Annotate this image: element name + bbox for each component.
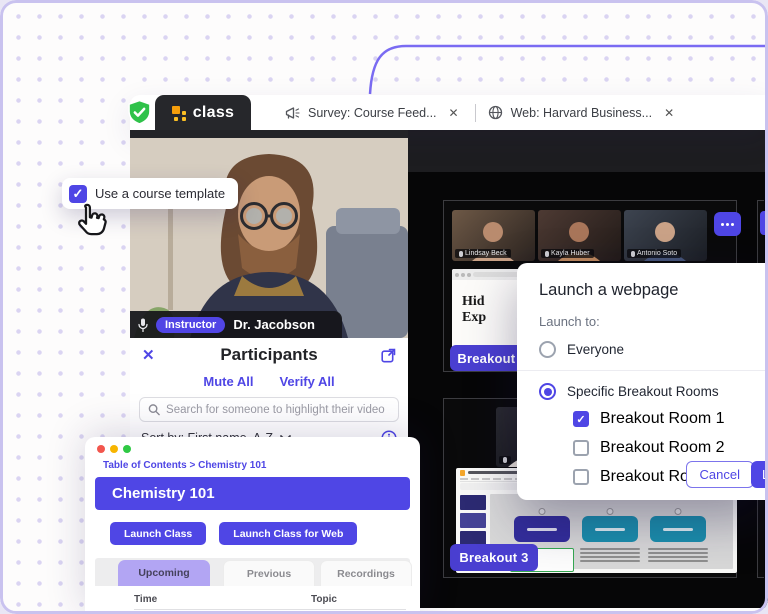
mic-icon [503, 457, 507, 463]
participants-actions: Mute All Verify All [130, 372, 408, 397]
mic-icon [545, 251, 549, 257]
mic-icon [459, 251, 463, 257]
participant-name: Kayla Huber [551, 250, 590, 257]
globe-icon [488, 105, 503, 120]
slide-caption-text [648, 548, 708, 562]
class-tab-label: class [193, 104, 235, 122]
launch-button[interactable]: Launch [751, 461, 768, 488]
radio-icon-selected[interactable] [539, 383, 556, 400]
instructor-name: Dr. Jacobson [233, 317, 315, 332]
course-window: Table of Contents > Chemistry 101 Chemis… [85, 437, 420, 614]
participant-name: Antonio Soto [637, 250, 677, 257]
search-icon [148, 403, 160, 416]
column-header-time: Time [134, 594, 311, 605]
radio-everyone[interactable]: Everyone [539, 341, 768, 358]
video-top-strip [130, 130, 408, 138]
mic-icon [631, 251, 635, 257]
modal-title: Launch a webpage [539, 281, 768, 300]
checkbox-unchecked-icon[interactable] [573, 469, 589, 485]
tab-recordings[interactable]: Recordings [320, 560, 412, 586]
tab-class-app[interactable]: class [155, 95, 251, 130]
verify-all-link[interactable]: Verify All [279, 374, 334, 389]
participant-name-tag [499, 456, 511, 464]
instructor-video-tile: Instructor Dr. Jacobson [130, 130, 408, 338]
tab-survey[interactable]: Survey: Course Feed... ✕ [285, 104, 463, 122]
radio-specific-breakout-rooms[interactable]: Specific Breakout Rooms [539, 383, 768, 400]
instructor-video-image [130, 130, 408, 338]
mute-all-link[interactable]: Mute All [203, 374, 253, 389]
close-icon[interactable]: ✕ [445, 104, 463, 122]
verified-shield-icon [126, 99, 153, 126]
window-controls [85, 437, 420, 453]
tab-divider [475, 104, 476, 122]
checkbox-breakout-room-1[interactable]: ✓ Breakout Room 1 [573, 410, 768, 428]
video-thumbnail: Lindsay Beck [452, 210, 535, 261]
more-options-sliver [760, 211, 766, 235]
close-icon[interactable]: ✕ [660, 104, 678, 122]
slide-shape [582, 516, 638, 542]
close-traffic-light[interactable] [97, 445, 105, 453]
web-tab-label: Web: Harvard Business... [511, 106, 653, 120]
breakout-3-badge: Breakout 3 [450, 544, 538, 571]
slide-caption-text [580, 548, 640, 562]
survey-tab-label: Survey: Course Feed... [308, 106, 437, 120]
tab-previous[interactable]: Previous [223, 560, 315, 586]
video-thumbnail: Kayla Huber [538, 210, 621, 261]
participants-title: Participants [220, 345, 317, 365]
slides-app-icon [460, 470, 465, 476]
table-row: Tuesday, September 20 10:00AM - 11:00AM … [134, 610, 406, 614]
close-icon[interactable]: ✕ [142, 346, 155, 364]
slide-shape [514, 516, 570, 542]
slide-shape [650, 516, 706, 542]
use-course-template-label: Use a course template [95, 186, 225, 201]
course-title-bar: Chemistry 101 [95, 477, 410, 510]
checkbox-checked-icon[interactable]: ✓ [573, 411, 589, 427]
minimize-traffic-light[interactable] [110, 445, 118, 453]
sessions-tabs: Upcoming Previous Recordings [95, 558, 410, 586]
participants-header: ✕ Participants [130, 338, 408, 372]
mic-icon [138, 318, 148, 332]
launch-webpage-modal: Launch a webpage Launch to: Everyone Spe… [517, 263, 768, 500]
participant-name-tag: Lindsay Beck [455, 249, 511, 258]
launch-class-button[interactable]: Launch Class [110, 522, 206, 545]
instructor-badge: Instructor [156, 317, 225, 333]
hand-cursor-icon [72, 200, 112, 242]
participant-search-input[interactable] [166, 404, 390, 416]
modal-divider [517, 370, 768, 371]
launch-to-label: Launch to: [539, 314, 768, 329]
instructor-name-bar: Instructor Dr. Jacobson [130, 311, 342, 338]
cancel-button[interactable]: Cancel [686, 461, 754, 488]
radio-icon-unselected[interactable] [539, 341, 556, 358]
class-logo-icon [172, 105, 187, 121]
participant-name-tag: Kayla Huber [541, 249, 594, 258]
marketing-canvas: Lindsay Beck Kayla Huber Antonio Soto Hi… [0, 0, 768, 614]
column-header-topic: Topic [311, 594, 337, 605]
breadcrumb[interactable]: Table of Contents > Chemistry 101 [85, 453, 420, 471]
launch-class-for-web-button[interactable]: Launch Class for Web [219, 522, 357, 545]
zoom-traffic-light[interactable] [123, 445, 131, 453]
video-thumbnail: Antonio Soto [624, 210, 707, 261]
tab-upcoming[interactable]: Upcoming [118, 560, 210, 586]
checkbox-breakout-room-2[interactable]: Breakout Room 2 [573, 439, 768, 457]
breakout-more-options-button[interactable] [714, 212, 741, 236]
participant-search[interactable] [139, 397, 399, 422]
tab-web[interactable]: Web: Harvard Business... ✕ [488, 104, 679, 122]
participant-name-tag: Antonio Soto [627, 249, 681, 258]
browser-tab-bar: class Survey: Course Feed... ✕ Web: Harv… [130, 95, 768, 130]
participant-name: Lindsay Beck [465, 250, 507, 257]
pop-out-icon[interactable] [381, 348, 396, 363]
megaphone-icon [285, 106, 300, 120]
checkbox-unchecked-icon[interactable] [573, 440, 589, 456]
sessions-table: Time Topic Tuesday, September 20 10:00AM… [134, 594, 406, 614]
